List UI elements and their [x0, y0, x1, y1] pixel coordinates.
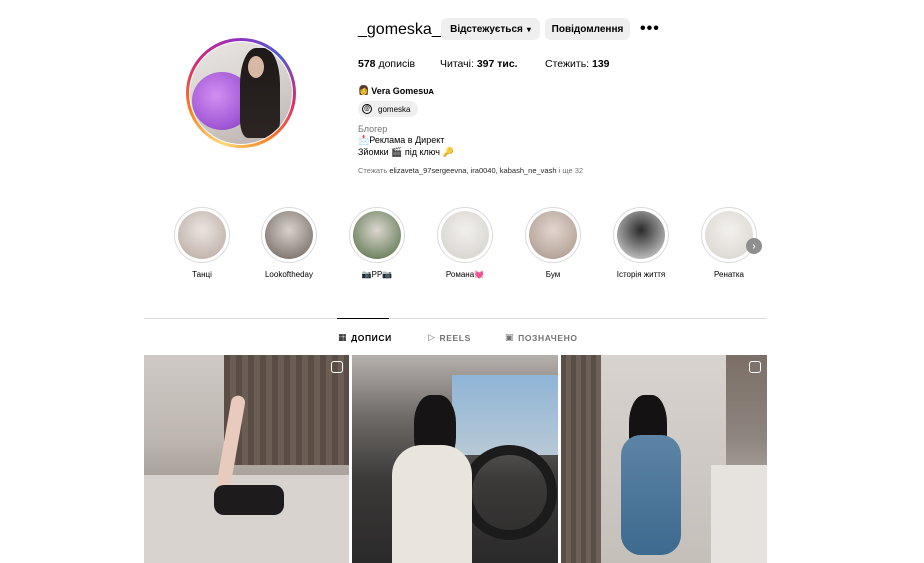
profile-stats: 578 дописів Читачі: 397 тис. Стежить: 13… — [358, 58, 610, 70]
display-name-text: Vera Gomesᴜᴀ — [371, 85, 434, 96]
highlight-item[interactable]: Lookoftheday — [259, 207, 319, 279]
carousel-icon — [749, 361, 761, 373]
post-image-detail — [561, 355, 601, 563]
followed-by-suffix: і ще 32 — [556, 166, 584, 175]
chevron-down-icon: ▾ — [526, 24, 531, 34]
highlight-label: 📷PP📷 — [361, 270, 393, 279]
display-name-emoji: 👩 — [358, 85, 370, 95]
threads-icon: @ — [362, 104, 372, 114]
posts-label: дописів — [375, 58, 416, 70]
following-button-label: Відстежується — [450, 23, 523, 35]
post-image-detail — [392, 445, 472, 563]
highlight-thumbnail — [529, 211, 577, 259]
highlight-label: Бум — [545, 270, 561, 279]
highlight-thumbnail — [617, 211, 665, 259]
posts-count: 578 — [358, 58, 376, 70]
tab-tagged[interactable]: ▣ ПОЗНАЧЕНО — [505, 332, 578, 343]
followed-by-prefix: Стежать — [358, 166, 390, 175]
highlight-label: Історія життя — [616, 270, 666, 279]
bio-line: Зйомки 🎬 під ключ 🔑 — [358, 147, 454, 157]
profile-avatar[interactable] — [186, 38, 296, 148]
highlight-thumbnail — [441, 211, 489, 259]
tab-reels[interactable]: ▷ REELS — [428, 332, 471, 343]
following-stat[interactable]: Стежить: 139 — [545, 58, 610, 70]
highlight-label: Lookoftheday — [264, 270, 314, 279]
tab-tagged-label: ПОЗНАЧЕНО — [518, 332, 578, 343]
highlight-ring — [701, 207, 757, 263]
following-label: Стежить: — [545, 58, 592, 70]
highlight-label: Танці — [192, 270, 212, 279]
profile-category: Блогер — [358, 124, 388, 134]
profile-username: _gomeska_ — [358, 21, 441, 38]
post-image-detail — [711, 465, 767, 563]
avatar-face — [248, 56, 264, 78]
threads-handle: gomeska — [378, 104, 411, 114]
post-thumbnail[interactable] — [144, 355, 349, 563]
post-thumbnail[interactable] — [352, 355, 558, 563]
more-options-icon[interactable]: ••• — [640, 20, 660, 38]
posts-stat: 578 дописів — [358, 58, 440, 70]
post-image-detail — [452, 375, 558, 455]
post-image-detail — [462, 445, 557, 540]
tagged-icon: ▣ — [505, 332, 515, 342]
highlight-label: Ренатка — [714, 270, 744, 279]
reel-icon — [331, 361, 343, 373]
tab-reels-label: REELS — [439, 332, 471, 343]
highlight-ring — [174, 207, 230, 263]
tab-posts-label: ДОПИСИ — [351, 332, 392, 343]
bio-line: 📩Реклама в Директ — [358, 135, 445, 145]
highlight-item[interactable]: Бум — [523, 207, 583, 279]
display-name: 👩 Vera Gomesᴜᴀ — [358, 85, 434, 96]
tab-posts[interactable]: ▦ ДОПИСИ — [338, 332, 392, 343]
followers-label: Читачі: — [440, 58, 477, 70]
highlight-item[interactable]: Історія життя — [611, 207, 671, 279]
active-tab-indicator — [337, 318, 389, 319]
followers-count: 397 тис. — [476, 58, 518, 70]
followed-by[interactable]: Стежать elizaveta_97sergeevna, ira0040, … — [358, 166, 583, 175]
followers-stat[interactable]: Читачі: 397 тис. — [440, 58, 545, 70]
post-thumbnail[interactable] — [561, 355, 767, 563]
reels-icon: ▷ — [428, 332, 436, 342]
message-button[interactable]: Повідомлення — [545, 18, 630, 40]
highlight-ring — [525, 207, 581, 263]
highlight-item[interactable]: Танці — [172, 207, 232, 279]
followed-by-names: elizaveta_97sergeevna, ira0040, kabash_n… — [389, 166, 557, 175]
threads-badge[interactable]: @ gomeska — [358, 101, 419, 117]
chevron-right-icon[interactable]: › — [746, 238, 762, 254]
highlight-thumbnail — [705, 211, 753, 259]
highlight-thumbnail — [265, 211, 313, 259]
tabs-divider — [144, 318, 767, 319]
avatar-image — [190, 42, 292, 144]
highlight-thumbnail — [178, 211, 226, 259]
post-image-detail — [621, 435, 681, 555]
highlight-ring — [261, 207, 317, 263]
highlight-item[interactable]: 📷PP📷 — [347, 207, 407, 279]
highlight-ring — [613, 207, 669, 263]
following-count: 139 — [592, 58, 610, 70]
highlight-label: Романа💓 — [445, 270, 485, 279]
following-button[interactable]: Відстежується ▾ — [441, 18, 540, 40]
grid-icon: ▦ — [338, 332, 348, 342]
post-image-detail — [214, 485, 284, 515]
highlight-ring — [437, 207, 493, 263]
highlight-item[interactable]: Романа💓 — [435, 207, 495, 279]
highlight-thumbnail — [353, 211, 401, 259]
highlight-ring — [349, 207, 405, 263]
